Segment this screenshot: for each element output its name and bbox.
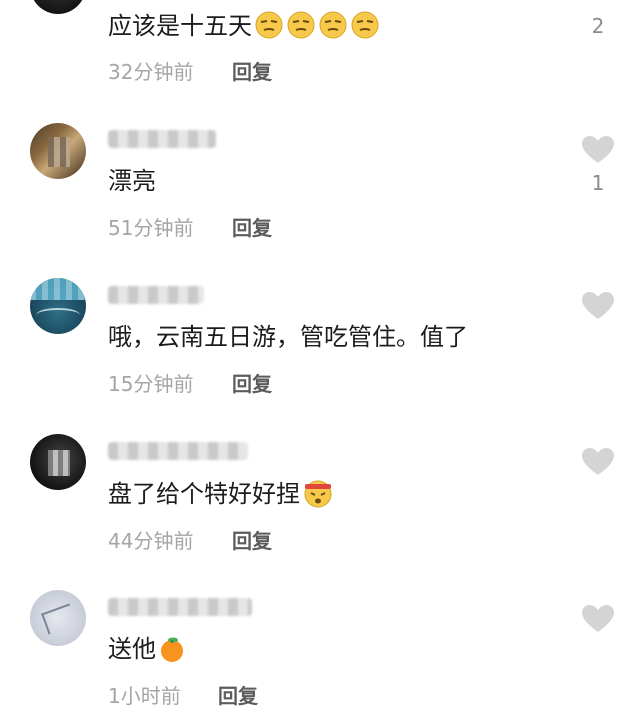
heart-icon[interactable]: [581, 291, 615, 321]
angry-headband-face-icon: [304, 480, 332, 508]
reply-button[interactable]: 回复: [232, 372, 272, 396]
username-blurred[interactable]: [108, 442, 248, 460]
like-count: 1: [591, 171, 605, 195]
comment-text-content: 送他: [108, 635, 156, 663]
reply-button[interactable]: 回复: [232, 60, 272, 84]
username-blurred[interactable]: [108, 598, 252, 616]
like-count: 2: [591, 14, 605, 38]
comment-text: 漂亮: [108, 166, 156, 196]
smirk-face-icon: [287, 11, 315, 39]
comment-time: 44分钟前: [108, 529, 194, 553]
comment-text: 应该是十五天: [108, 10, 380, 41]
comment-time: 32分钟前: [108, 60, 194, 84]
username-blurred[interactable]: [108, 130, 216, 148]
avatar[interactable]: [30, 0, 86, 14]
comment-text: 哦，云南五日游，管吃管住。值了: [108, 322, 468, 352]
heart-icon[interactable]: [581, 604, 615, 634]
comment-time: 15分钟前: [108, 372, 194, 396]
comment-item: 应该是十五天 2 32分钟前 回复: [0, 0, 640, 100]
comment-item: 漂亮 1 51分钟前 回复: [0, 120, 640, 250]
comment-item: 盘了给个特好好捏 44分钟前 回复: [0, 432, 640, 562]
comment-text-content: 漂亮: [108, 167, 156, 195]
comment-item: 送他 1小时前 回复: [0, 588, 640, 718]
reply-button[interactable]: 回复: [232, 216, 272, 240]
comment-text-content: 哦，云南五日游，管吃管住。值了: [108, 323, 468, 351]
comment-text: 盘了给个特好好捏: [108, 478, 334, 509]
comment-text: 送他: [108, 634, 186, 664]
avatar[interactable]: [30, 590, 86, 646]
avatar[interactable]: [30, 434, 86, 490]
heart-icon[interactable]: [581, 447, 615, 477]
smirk-face-icon: [255, 11, 283, 39]
reply-button[interactable]: 回复: [218, 684, 258, 708]
username-blurred[interactable]: [108, 286, 204, 304]
comment-text-content: 盘了给个特好好捏: [108, 480, 300, 508]
comment-time: 1小时前: [108, 684, 181, 708]
smirk-face-icon: [319, 11, 347, 39]
avatar[interactable]: [30, 278, 86, 334]
smirk-face-icon: [351, 11, 379, 39]
reply-button[interactable]: 回复: [232, 529, 272, 553]
heart-icon[interactable]: [581, 135, 615, 165]
comment-time: 51分钟前: [108, 216, 194, 240]
comment-item: 哦，云南五日游，管吃管住。值了 15分钟前 回复: [0, 276, 640, 406]
avatar[interactable]: [30, 123, 86, 179]
tangerine-icon: [161, 637, 183, 662]
comment-text-content: 应该是十五天: [108, 12, 252, 40]
